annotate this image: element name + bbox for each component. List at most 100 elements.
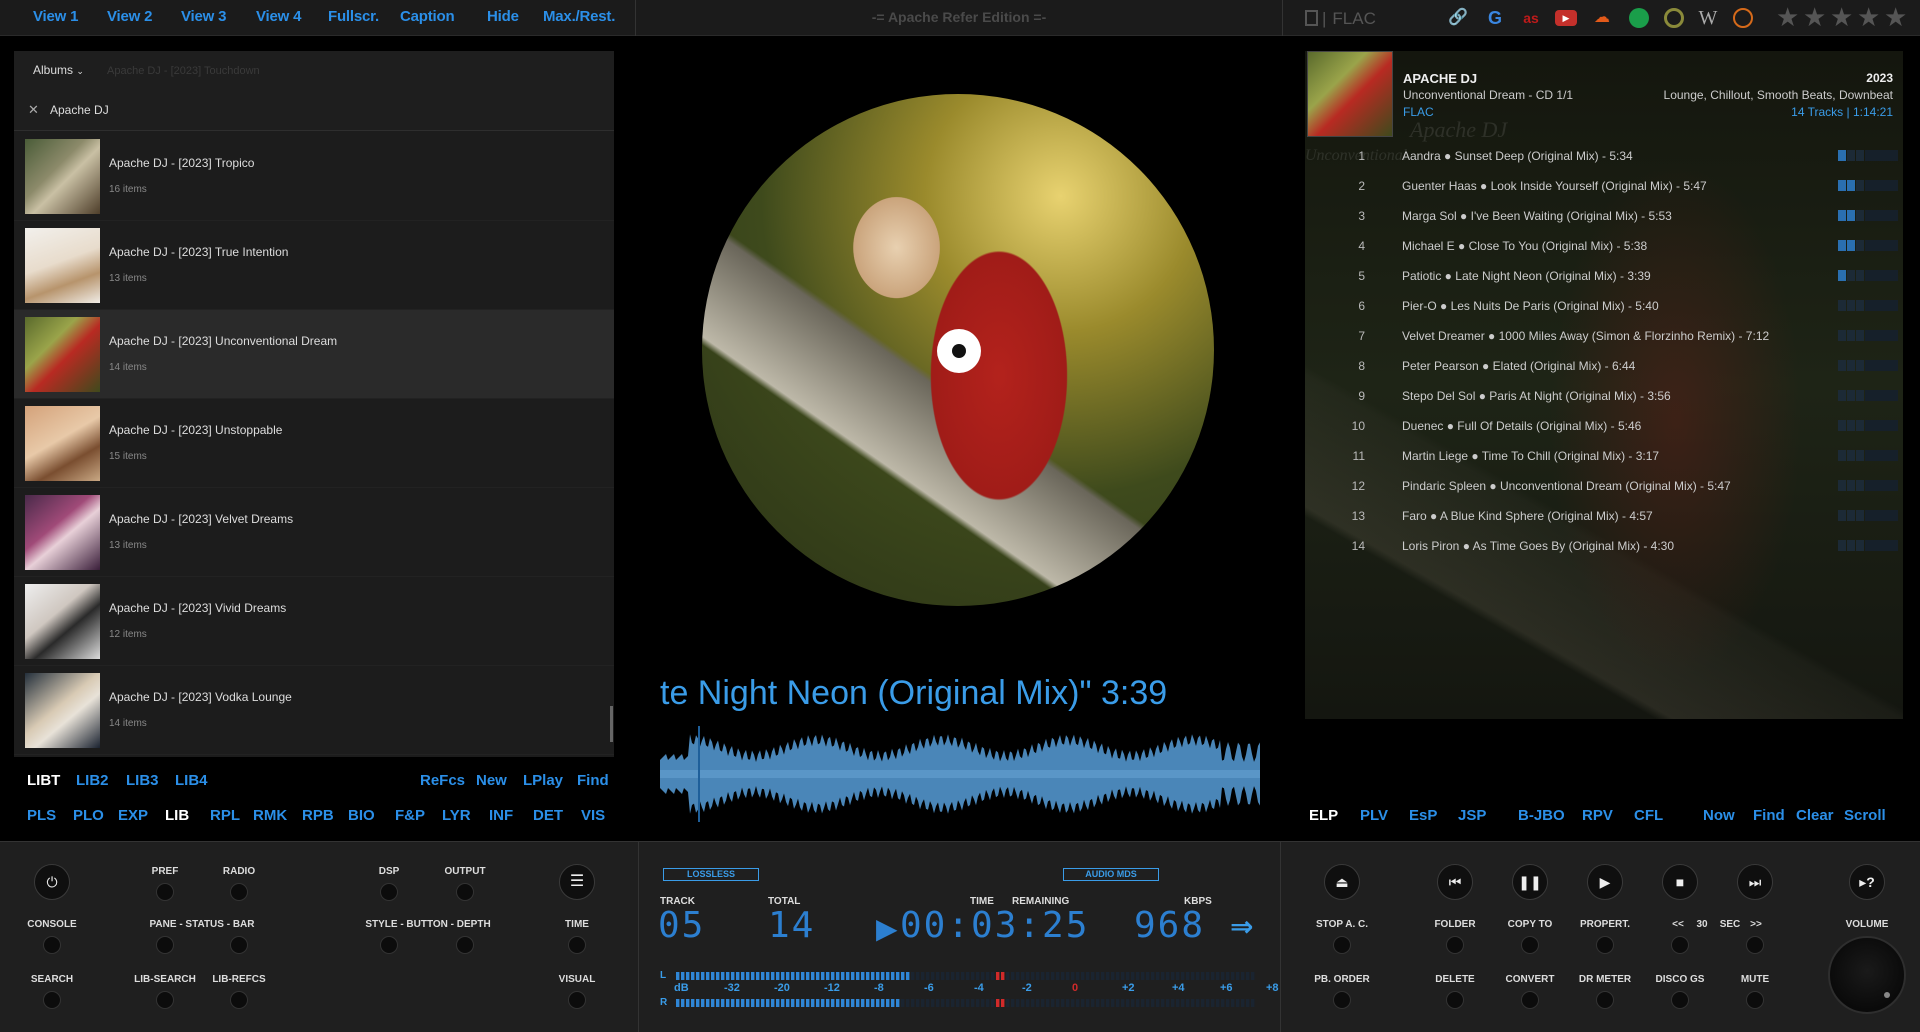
playlist-track-row[interactable]: 7 Velvet Dreamer ● 1000 Miles Away (Simon… [1305, 322, 1903, 352]
playlist-track-row[interactable]: 9 Stepo Del Sol ● Paris At Night (Origina… [1305, 382, 1903, 412]
rating-star-1[interactable]: ★ [1776, 4, 1799, 30]
track-rating-meter[interactable] [1838, 210, 1898, 221]
playlist-track-row[interactable]: 3 Marga Sol ● I've Been Waiting (Original… [1305, 202, 1903, 232]
tab-plv[interactable]: PLV [1360, 807, 1388, 824]
view-dropdown[interactable]: Albums ⌄ [33, 63, 84, 77]
tab-rpl[interactable]: RPL [210, 807, 240, 824]
playlist-track-row[interactable]: 12 Pindaric Spleen ● Unconventional Dream… [1305, 472, 1903, 502]
tab-fp[interactable]: F&P [395, 807, 425, 824]
time-button[interactable] [568, 936, 586, 954]
playback-order-button[interactable] [1333, 991, 1351, 1009]
view-3-button[interactable]: View 3 [181, 8, 226, 25]
track-rating-meter[interactable] [1838, 180, 1898, 191]
pane-button[interactable] [156, 936, 174, 954]
tab-pls[interactable]: PLS [27, 807, 56, 824]
track-rating-meter[interactable] [1838, 390, 1898, 401]
playlist-track-row[interactable]: 4 Michael E ● Close To You (Original Mix)… [1305, 232, 1903, 262]
track-rating-meter[interactable] [1838, 300, 1898, 311]
track-rating-meter[interactable] [1838, 540, 1898, 551]
playlist-track-row[interactable]: 1 Aandra ● Sunset Deep (Original Mix) - 5… [1305, 142, 1903, 172]
status-bar-button[interactable] [230, 936, 248, 954]
properties-button[interactable] [1596, 936, 1614, 954]
track-rating-meter[interactable] [1838, 510, 1898, 521]
youtube-icon[interactable]: ▶ [1555, 10, 1577, 26]
album-row[interactable]: Apache DJ - [2023] Vivid Dreams 12 items [14, 577, 614, 666]
power-button[interactable]: ⏻ [34, 864, 70, 900]
soundcloud-icon[interactable]: ☁ [1592, 8, 1612, 28]
seek-back-button[interactable] [1671, 936, 1689, 954]
stop-button[interactable]: ■ [1662, 864, 1698, 900]
menu-button[interactable]: ☰ [559, 864, 595, 900]
view-2-button[interactable]: View 2 [107, 8, 152, 25]
new-button[interactable]: New [476, 772, 507, 789]
wikipedia-icon[interactable]: W [1698, 8, 1718, 28]
seek-forward-button[interactable] [1746, 936, 1764, 954]
tab-det[interactable]: DET [533, 807, 563, 824]
track-rating-meter[interactable] [1838, 450, 1898, 461]
mute-button[interactable] [1746, 991, 1764, 1009]
waveform-seekbar[interactable] [660, 726, 1260, 822]
playlist-track-row[interactable]: 14 Loris Piron ● As Time Goes By (Origina… [1305, 532, 1903, 562]
lplay-button[interactable]: LPlay [523, 772, 563, 789]
tab-vis[interactable]: VIS [581, 807, 605, 824]
rating-star-3[interactable]: ★ [1830, 4, 1853, 30]
tab-lyr[interactable]: LYR [442, 807, 471, 824]
playlist-track-row[interactable]: 2 Guenter Haas ● Look Inside Yourself (Or… [1305, 172, 1903, 202]
album-row[interactable]: Apache DJ - [2023] Velvet Dreams 13 item… [14, 488, 614, 577]
lib-refcs-button[interactable] [230, 991, 248, 1009]
tab-b-jbo[interactable]: B-JBO [1518, 807, 1565, 824]
view-4-button[interactable]: View 4 [256, 8, 301, 25]
radio-button[interactable] [230, 883, 248, 901]
find-button[interactable]: Find [577, 772, 609, 789]
volume-knob[interactable] [1828, 936, 1906, 1014]
musicbrainz-icon[interactable] [1664, 8, 1684, 28]
folder-button[interactable] [1446, 936, 1464, 954]
playlist-track-row[interactable]: 10 Duenec ● Full Of Details (Original Mix… [1305, 412, 1903, 442]
next-button[interactable]: ⏭ [1737, 864, 1773, 900]
repeat-arrow-icon[interactable]: ⇒ [1230, 910, 1253, 943]
tab-libt[interactable]: LIBT [27, 772, 60, 789]
tab-lib4[interactable]: LIB4 [175, 772, 208, 789]
playlist-track-row[interactable]: 13 Faro ● A Blue Kind Sphere (Original Mi… [1305, 502, 1903, 532]
lib-search-button[interactable] [156, 991, 174, 1009]
convert-button[interactable] [1521, 991, 1539, 1009]
tab-rpb[interactable]: RPB [302, 807, 334, 824]
depth-button[interactable] [456, 936, 474, 954]
tab-rmk[interactable]: RMK [253, 807, 287, 824]
rating-star-2[interactable]: ★ [1803, 4, 1826, 30]
tab-esp[interactable]: EsP [1409, 807, 1437, 824]
lastfm-icon[interactable]: as [1521, 8, 1541, 28]
help-button[interactable]: ▸? [1849, 864, 1885, 900]
visual-button[interactable] [568, 991, 586, 1009]
link-icon[interactable]: 🔗 [1448, 8, 1468, 28]
tab-elp[interactable]: ELP [1309, 807, 1338, 824]
dr-meter-button[interactable] [1596, 991, 1614, 1009]
album-row[interactable]: Apache DJ - [2023] Unconventional Dream … [14, 310, 614, 399]
tab-lib2[interactable]: LIB2 [76, 772, 109, 789]
album-row[interactable]: Apache DJ - [2023] True Intention 13 ite… [14, 221, 614, 310]
disco-gs-button[interactable] [1671, 991, 1689, 1009]
copy-to-button[interactable] [1521, 936, 1539, 954]
library-filter-input[interactable] [50, 100, 570, 120]
now-button[interactable]: Now [1703, 807, 1735, 824]
playlist-track-row[interactable]: 5 Patiotic ● Late Night Neon (Original Mi… [1305, 262, 1903, 292]
playlist-track-row[interactable]: 8 Peter Pearson ● Elated (Original Mix) -… [1305, 352, 1903, 382]
tab-inf[interactable]: INF [489, 807, 513, 824]
library-scrollbar[interactable] [610, 706, 613, 742]
album-row[interactable]: Apache DJ - [2023] Vodka Lounge 14 items [14, 666, 614, 755]
track-rating-meter[interactable] [1838, 150, 1898, 161]
play-button[interactable]: ▶ [1587, 864, 1623, 900]
max-restore-button[interactable]: Max./Rest. [543, 8, 615, 25]
clear-button[interactable]: Clear [1796, 807, 1834, 824]
rating-star-4[interactable]: ★ [1857, 4, 1880, 30]
scroll-button[interactable]: Scroll [1844, 807, 1886, 824]
playlist-cover[interactable] [1307, 51, 1393, 137]
tab-bio[interactable]: BIO [348, 807, 375, 824]
track-rating-meter[interactable] [1838, 360, 1898, 371]
album-row[interactable]: Apache DJ - [2023] Unstoppable 15 items [14, 399, 614, 488]
tab-jsp[interactable]: JSP [1458, 807, 1486, 824]
album-row[interactable]: Apache DJ - [2023] Tropico 16 items [14, 132, 614, 221]
delete-button[interactable] [1446, 991, 1464, 1009]
playlist-track-row[interactable]: 11 Martin Liege ● Time To Chill (Original… [1305, 442, 1903, 472]
podcast-icon[interactable] [1733, 8, 1753, 28]
